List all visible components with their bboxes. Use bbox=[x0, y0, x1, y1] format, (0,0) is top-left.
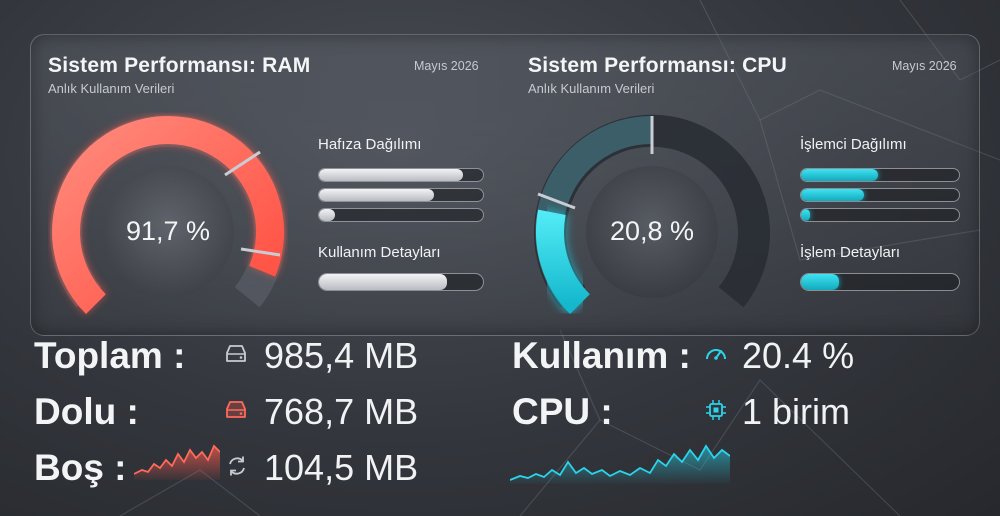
cpu-usage-label: Kullanım : bbox=[512, 335, 691, 376]
ram-distribution-bar-3 bbox=[318, 208, 484, 222]
ram-distribution-bar-2 bbox=[318, 188, 484, 202]
cpu-distribution-bar-2 bbox=[800, 188, 960, 202]
ram-date: Mayıs 2026 bbox=[414, 59, 479, 73]
refresh-icon bbox=[229, 456, 245, 476]
ram-used-label: Dolu : bbox=[34, 391, 139, 432]
ram-free-label: Boş : bbox=[34, 447, 127, 488]
cpu-date: Mayıs 2026 bbox=[892, 59, 957, 73]
cpu-distribution-heading: İşlemci Dağılımı bbox=[800, 136, 907, 153]
ram-used-value: 768,7 MB bbox=[264, 391, 419, 432]
ram-sparkline bbox=[134, 444, 220, 480]
hard-drive-full-icon bbox=[226, 401, 246, 418]
ram-free-value: 104,5 MB bbox=[264, 447, 419, 488]
ram-total-value: 985,4 MB bbox=[264, 335, 419, 376]
cpu-distribution-bar-3 bbox=[800, 208, 960, 222]
cpu-gauge-value: 20,8 % bbox=[609, 216, 695, 246]
ram-distribution-bar-1 bbox=[318, 168, 484, 182]
ram-total-label: Toplam : bbox=[34, 335, 186, 376]
cpu-usage-value: 20.4 % bbox=[742, 335, 855, 376]
cpu-chip-icon bbox=[706, 400, 726, 420]
cpu-count-label: CPU : bbox=[512, 391, 613, 432]
ram-detail-heading: Kullanım Detayları bbox=[318, 244, 441, 261]
ram-subtitle: Anlık Kullanım Verileri bbox=[48, 81, 175, 96]
ram-detail-bar bbox=[318, 273, 484, 291]
cpu-sparkline bbox=[510, 444, 730, 484]
cpu-count-value: 1 birim bbox=[742, 391, 851, 432]
cpu-distribution-bar-1 bbox=[800, 168, 960, 182]
ram-title: Sistem Performansı: RAM bbox=[48, 54, 311, 77]
cpu-subtitle: Anlık Kullanım Verileri bbox=[528, 81, 655, 96]
ram-gauge-value: 91,7 % bbox=[125, 216, 211, 246]
hard-drive-icon bbox=[226, 345, 246, 362]
cpu-detail-heading: İşlem Detayları bbox=[800, 244, 901, 261]
ram-distribution-heading: Hafıza Dağılımı bbox=[318, 136, 422, 153]
cpu-title: Sistem Performansı: CPU bbox=[528, 54, 788, 77]
cpu-detail-bar bbox=[800, 273, 960, 291]
speedometer-icon bbox=[706, 349, 726, 360]
